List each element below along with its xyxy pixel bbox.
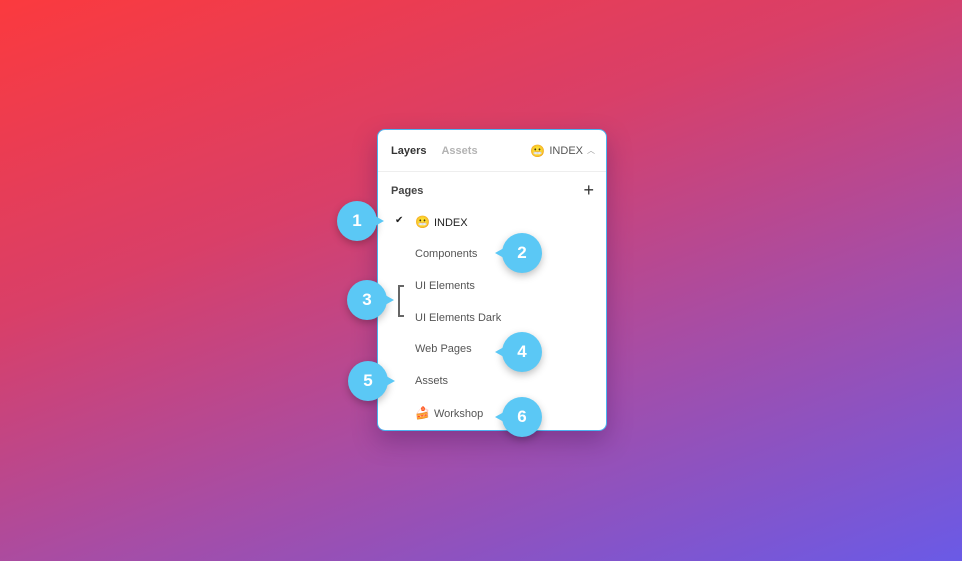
badge-tail: [375, 216, 384, 226]
badge-tail: [495, 412, 504, 422]
page-item-ui-elements-dark[interactable]: UI Elements Dark: [415, 310, 501, 326]
page-item-components[interactable]: Components: [415, 246, 477, 262]
badge-tail: [385, 295, 394, 305]
page-label: Web Pages: [415, 343, 472, 355]
annotation-badge-2: 2: [495, 233, 542, 273]
page-item-ui-elements[interactable]: UI Elements: [415, 278, 475, 294]
panel-header: Layers Assets 😬 INDEX ︿: [378, 130, 606, 172]
chevron-up-icon: ︿: [587, 146, 595, 155]
checkmark-icon: ✔: [395, 215, 404, 226]
grimace-emoji-icon: 😬: [415, 215, 430, 229]
annotation-badge-4: 4: [495, 332, 542, 372]
badge-tail: [495, 248, 504, 258]
pages-header: Pages +: [378, 172, 606, 210]
page-label: UI Elements: [415, 280, 475, 292]
page-selector[interactable]: 😬 INDEX ︿: [530, 130, 595, 171]
page-label: Assets: [415, 375, 449, 387]
badge-number: 4: [517, 342, 527, 361]
badge-number: 1: [352, 211, 362, 230]
layers-panel: Layers Assets 😬 INDEX ︿ Pages +: [377, 129, 607, 431]
annotation-badge-3: 3: [347, 280, 394, 320]
group-bracket: [398, 285, 404, 317]
grimace-emoji-icon: 😬: [530, 143, 546, 158]
page-label: Components: [415, 248, 478, 260]
page-label: UI Elements Dark: [415, 312, 502, 324]
page-item-index[interactable]: 😬 INDEX: [415, 214, 468, 230]
page-item-assets[interactable]: Assets: [415, 373, 448, 389]
page-item-workshop[interactable]: 🍰 Workshop: [415, 405, 483, 421]
page-label: Workshop: [433, 408, 484, 420]
tab-layers[interactable]: Layers: [391, 145, 426, 157]
page-item-web-pages[interactable]: Web Pages: [415, 341, 472, 357]
current-page-label: INDEX: [549, 144, 583, 157]
badge-number: 2: [517, 243, 527, 262]
tab-assets[interactable]: Assets: [441, 145, 477, 157]
badge-tail: [495, 347, 504, 357]
annotation-badge-5: 5: [348, 361, 395, 401]
annotation-badge-1: 1: [337, 201, 384, 241]
badge-number: 5: [363, 371, 373, 390]
badge-number: 6: [517, 407, 527, 426]
pages-title: Pages: [391, 185, 424, 197]
plus-icon[interactable]: +: [583, 180, 594, 200]
cake-emoji-icon: 🍰: [415, 406, 430, 420]
annotation-badge-6: 6: [495, 397, 542, 437]
badge-tail: [386, 376, 395, 386]
badge-number: 3: [362, 290, 372, 309]
page-label: INDEX: [433, 217, 468, 229]
